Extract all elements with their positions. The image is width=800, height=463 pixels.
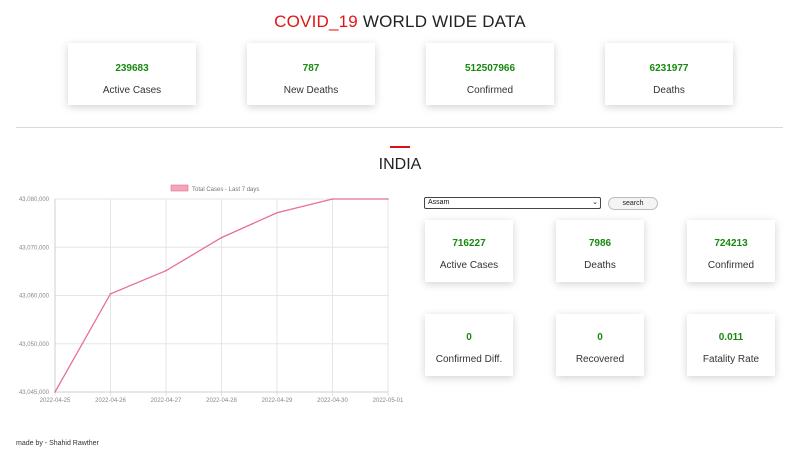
- stat-label: Deaths: [653, 85, 685, 96]
- x-tick-label: 2022-04-26: [95, 398, 126, 404]
- total-cases-line-chart: 43,045,000 43,050,000 43,060,000 43,070,000…: [19, 184, 404, 404]
- x-tick-label: 2022-04-27: [151, 398, 182, 404]
- stat-label: New Deaths: [283, 85, 339, 96]
- stat-value: 6231977: [649, 63, 689, 74]
- state-card-active-cases: 716227 Active Cases: [425, 220, 513, 282]
- data-point: [387, 198, 389, 200]
- stat-label: Active Cases: [102, 85, 162, 96]
- stat-label: Confirmed Diff.: [435, 354, 503, 365]
- stat-value: 0: [466, 332, 472, 343]
- y-tick-label: 43,045,000: [19, 390, 50, 396]
- state-card-confirmed-diff: 0 Confirmed Diff.: [425, 314, 513, 376]
- y-tick-label: 43,060,000: [19, 294, 50, 300]
- stat-value: 239683: [115, 63, 149, 74]
- stat-label: Deaths: [584, 260, 616, 271]
- stat-value: 724213: [714, 238, 748, 249]
- heading-accent: [390, 146, 410, 148]
- stat-value: 787: [302, 63, 320, 74]
- x-tick-label: 2022-04-28: [206, 398, 237, 404]
- stat-label: Active Cases: [439, 260, 499, 271]
- stat-value: 0: [597, 332, 603, 343]
- data-point: [220, 236, 223, 239]
- title-rest: WORLD WIDE DATA: [357, 12, 526, 31]
- legend-label: Total Cases - Last 7 days: [192, 187, 259, 193]
- stat-value: 716227: [452, 238, 486, 249]
- data-point: [54, 391, 56, 393]
- stat-value: 512507966: [464, 63, 516, 74]
- footer-credit: made by - Shahid Rawther: [16, 440, 99, 447]
- search-button[interactable]: search: [608, 197, 658, 210]
- stat-label: Confirmed: [466, 85, 514, 96]
- data-point: [109, 293, 112, 295]
- stat-card-new-deaths: 787 New Deaths: [247, 43, 375, 105]
- section-divider: [16, 127, 783, 128]
- state-card-recovered: 0 Recovered: [556, 314, 644, 376]
- x-tick-label: 2022-04-25: [40, 398, 71, 404]
- y-tick-label: 43,080,000: [19, 197, 50, 203]
- state-card-fatality-rate: 0.011 Fatality Rate: [687, 314, 775, 376]
- stat-card-confirmed: 512507966 Confirmed: [426, 43, 554, 105]
- stat-label: Fatality Rate: [702, 354, 760, 365]
- stat-card-deaths: 6231977 Deaths: [605, 43, 733, 105]
- x-tick-label: 2022-04-29: [262, 398, 293, 404]
- state-card-confirmed: 724213 Confirmed: [687, 220, 775, 282]
- state-select-value: Assam: [428, 199, 450, 206]
- x-tick-label: 2022-05-01: [373, 398, 404, 404]
- data-point: [276, 211, 278, 214]
- stat-value: 0.011: [718, 332, 744, 343]
- y-tick-label: 43,070,000: [19, 245, 50, 251]
- data-point: [165, 269, 167, 272]
- page-title: COVID_19 WORLD WIDE DATA: [0, 12, 800, 32]
- country-heading: INDIA: [378, 156, 422, 173]
- state-card-deaths: 7986 Deaths: [556, 220, 644, 282]
- data-point: [331, 198, 334, 200]
- stat-value: 7986: [588, 238, 612, 249]
- stat-card-active-cases: 239683 Active Cases: [68, 43, 196, 105]
- stat-label: Recovered: [575, 354, 625, 365]
- x-tick-label: 2022-04-30: [317, 398, 348, 404]
- chevron-down-icon: ⌄: [592, 199, 598, 206]
- title-highlight: COVID_19: [274, 12, 358, 31]
- y-tick-label: 43,050,000: [19, 342, 50, 348]
- stat-label: Confirmed: [707, 260, 755, 271]
- legend-swatch: [170, 184, 189, 192]
- state-select[interactable]: Assam ⌄: [424, 197, 601, 209]
